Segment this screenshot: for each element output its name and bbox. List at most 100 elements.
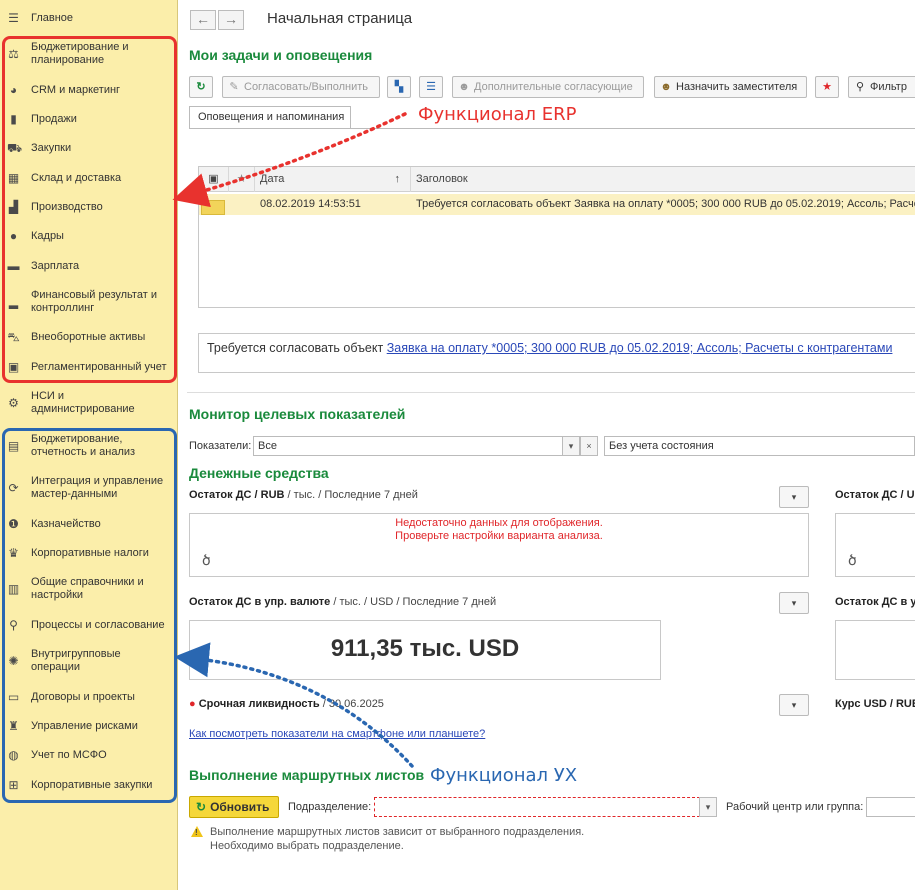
sidebar-item-warehouse[interactable]: ▦ Склад и доставка — [0, 170, 176, 186]
sidebar-item-label: Склад и доставка — [31, 171, 122, 184]
mobile-link[interactable]: Как посмотреть показатели на смартфоне и… — [189, 728, 485, 740]
filter-label: Фильтр — [870, 81, 907, 93]
sidebar-item-label: Финансовый результат и контроллинг — [31, 289, 157, 314]
kpi1-title: Остаток ДС / RUB / тыс. / Последние 7 дн… — [189, 489, 418, 501]
message-prefix: Требуется согласовать объект — [207, 341, 387, 355]
message-preview: Требуется согласовать объект Заявка на о… — [198, 333, 915, 373]
list-view-button[interactable]: ☰ — [419, 76, 443, 98]
refresh-route-label: Обновить — [210, 800, 270, 814]
chevron-down-icon[interactable]: ▾ — [699, 797, 717, 817]
warning-icon: ! — [191, 826, 203, 837]
kpi2-right-name: Остаток ДС в у — [835, 596, 915, 608]
tile-view-button[interactable]: ▚ — [387, 76, 411, 98]
assign-deputy-button[interactable]: ☻ Назначить заместителя — [654, 76, 807, 98]
column-header[interactable]: Заголовок — [411, 167, 915, 192]
table-row[interactable]: 08.02.2019 14:53:51 Требуется согласоват… — [199, 194, 915, 215]
refresh-button[interactable]: ↻ — [189, 76, 213, 98]
chart-settings-icon[interactable]: ծ — [202, 552, 211, 569]
hamburger-icon: ☰ — [8, 10, 19, 25]
sidebar-item-label: Кадры — [31, 229, 64, 242]
sidebar-item-references[interactable]: ▥ Общие справочники и настройки — [0, 575, 176, 603]
chevron-down-icon[interactable]: ▾ — [562, 436, 580, 456]
kpi3-right-name: Курс USD / RUB — [835, 698, 915, 710]
extinguisher-icon: ♜ — [8, 718, 19, 733]
kpi2-value: 911,35 тыс. USD — [330, 635, 520, 662]
clipboard-icon[interactable]: ▣ — [199, 167, 229, 192]
forward-button[interactable]: → — [218, 10, 244, 30]
extra-approvers-label: Дополнительные согласующие — [474, 81, 633, 93]
column-date[interactable]: Дата ↑ — [255, 167, 411, 192]
sidebar-item-hr[interactable]: ● Кадры — [0, 228, 176, 244]
monitor-title: Монитор целевых показателей — [189, 406, 406, 422]
sidebar-item-label: НСИ и администрирование — [31, 390, 135, 415]
sidebar-item-intragroup[interactable]: ✺ Внутригрупповые операции — [0, 647, 176, 675]
kpi3-menu-button[interactable]: ▾ — [779, 694, 809, 716]
sidebar-item-regulated-accounting[interactable]: ▣ Регламентированный учет — [0, 359, 176, 375]
sidebar-item-label: Внеоборотные активы — [31, 330, 146, 343]
sidebar-item-salary[interactable]: ▬ Зарплата — [0, 258, 176, 274]
sidebar-item-fixed-assets[interactable]: ⛍ Внеоборотные активы — [0, 329, 176, 345]
sidebar-item-risks[interactable]: ♜ Управление рисками — [0, 718, 176, 734]
refresh-route-button[interactable]: ↻ Обновить — [189, 796, 279, 818]
row-date: 08.02.2019 14:53:51 — [260, 198, 361, 210]
sidebar-item-financial-result[interactable]: ▂ Финансовый результат и контроллинг — [0, 288, 176, 316]
sidebar-item-corporate-purchases[interactable]: ⊞ Корпоративные закупки — [0, 777, 176, 793]
sidebar-item-nsi[interactable]: ⚙ НСИ и администрирование — [0, 389, 176, 417]
sidebar-item-budgeting[interactable]: ⚖ Бюджетирование и планирование — [0, 40, 176, 68]
budget-chart-icon: ⚖ — [8, 46, 19, 61]
sidebar-item-budget-reporting[interactable]: ▤ Бюджетирование, отчетность и анализ — [0, 432, 176, 460]
sidebar-item-master-data[interactable]: ⟳ Интеграция и управление мастер-данными — [0, 474, 176, 502]
sidebar-item-label: Корпоративные закупки — [31, 778, 153, 791]
kpi2-menu-button[interactable]: ▾ — [779, 592, 809, 614]
section-divider — [187, 392, 915, 393]
message-text: Требуется согласовать объект Заявка на о… — [207, 341, 892, 355]
clear-icon[interactable]: × — [580, 436, 598, 456]
kpi2-value-box: 911,35 тыс. USD — [189, 620, 661, 680]
sidebar-item-main[interactable]: ☰ Главное — [0, 10, 176, 26]
workcenter-select[interactable] — [866, 797, 915, 817]
gift-icon: ⊞ — [8, 777, 19, 792]
kpi1-chart-box: Недостаточно данных для отображения. Про… — [189, 513, 809, 577]
notifications-table: ▣ ★ Дата ↑ Заголовок 08.02.2019 14:53:51… — [198, 166, 915, 308]
division-select[interactable] — [374, 797, 700, 817]
extra-approvers-button[interactable]: ☻ Дополнительные согласующие — [452, 76, 644, 98]
indicators-select[interactable]: Все — [253, 436, 563, 456]
filter-button[interactable]: ⚲ Фильтр — [848, 76, 915, 98]
tab-notifications[interactable]: Оповещения и напоминания — [189, 106, 351, 128]
workcenter-label: Рабочий центр или группа: — [726, 801, 864, 813]
sync-icon: ⟳ — [8, 480, 19, 495]
list-icon: ☰ — [426, 81, 436, 93]
kpi2-detail: / тыс. / USD / Последние 7 дней — [330, 596, 497, 608]
chart-settings-icon[interactable]: ծ — [848, 552, 857, 569]
star-icon[interactable]: ★ — [229, 167, 255, 192]
sidebar-item-sales[interactable]: ▮ Продажи — [0, 111, 176, 127]
sidebar-item-processes[interactable]: ⚲ Процессы и согласование — [0, 617, 176, 633]
sidebar-item-treasury[interactable]: ❶ Казначейство — [0, 516, 176, 532]
sidebar-item-label: Зарплата — [31, 259, 80, 272]
kpi3-right-title: Курс USD / RUB — [835, 698, 915, 710]
sidebar-item-corporate-taxes[interactable]: ♛ Корпоративные налоги — [0, 545, 176, 561]
back-button[interactable]: ← — [190, 10, 216, 30]
approve-button[interactable]: ✎ Согласовать/Выполнить — [222, 76, 380, 98]
sidebar-item-contracts[interactable]: ▭ Договоры и проекты — [0, 689, 176, 705]
kpi1-detail: / тыс. / Последние 7 дней — [284, 489, 418, 501]
table-header: ▣ ★ Дата ↑ Заголовок — [199, 167, 915, 192]
sidebar-item-label: Внутригрупповые операции — [31, 648, 121, 673]
state-select[interactable]: Без учета состояния — [604, 436, 915, 456]
sidebar-item-purchases[interactable]: ⛟ Закупки — [0, 140, 176, 156]
sidebar-item-label: Производство — [31, 200, 103, 213]
sidebar-item-ifrs[interactable]: ◍ Учет по МСФО — [0, 747, 176, 763]
sidebar-item-production[interactable]: ▟ Производство — [0, 199, 176, 215]
row-marker — [201, 200, 225, 215]
message-link[interactable]: Заявка на оплату *0005; 300 000 RUB до 0… — [387, 341, 893, 355]
tab-divider — [189, 128, 915, 129]
indicators-label: Показатели: — [189, 440, 252, 452]
sidebar-item-label: Главное — [31, 11, 74, 24]
warning-text-2: Необходимо выбрать подразделение. — [210, 840, 404, 852]
row-header: Требуется согласовать объект Заявка на о… — [416, 198, 915, 210]
sidebar-item-crm[interactable]: ◕ CRM и маркетинг — [0, 82, 176, 98]
kpi1-right-title: Остаток ДС / U — [835, 489, 915, 501]
favorite-button[interactable]: ★ — [815, 76, 839, 98]
kpi1-menu-button[interactable]: ▾ — [779, 486, 809, 508]
kpi2-right-box — [835, 620, 915, 680]
